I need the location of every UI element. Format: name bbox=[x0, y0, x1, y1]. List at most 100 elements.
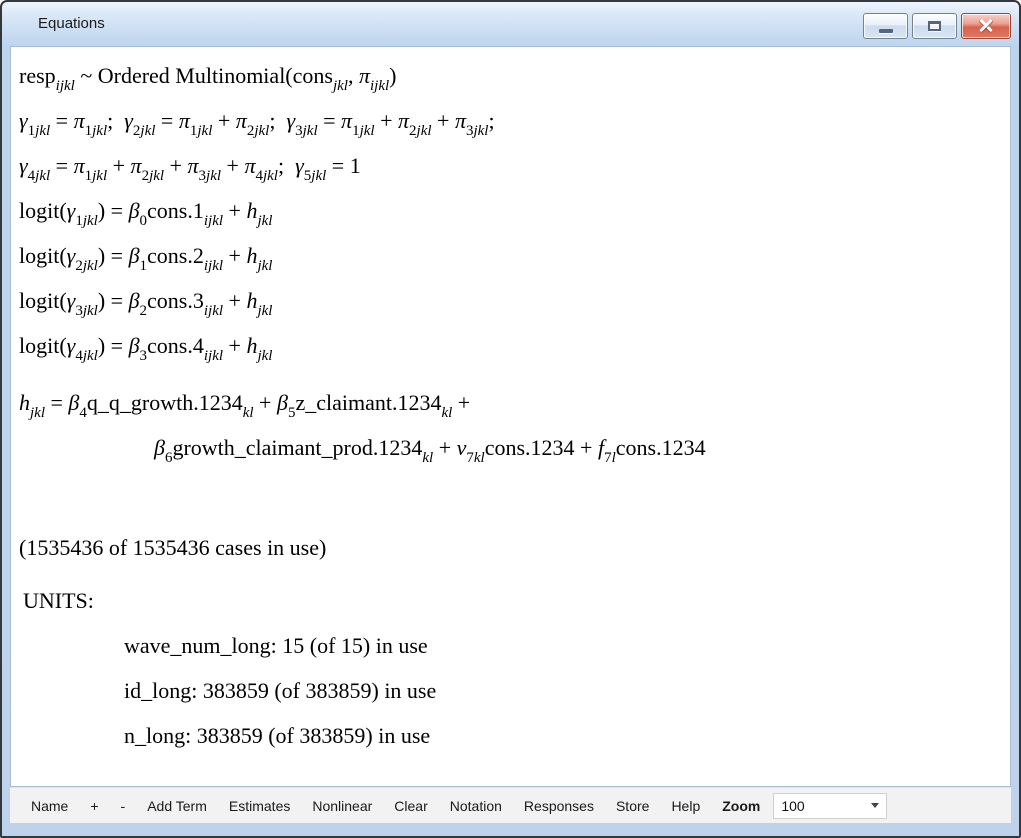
equation-token: jkl bbox=[473, 123, 488, 139]
equation-token: 3 bbox=[75, 303, 83, 319]
equation-token: β bbox=[129, 333, 140, 358]
equation-token: = bbox=[50, 153, 73, 178]
equation-token: 7 bbox=[466, 450, 474, 466]
equation-token: jkl bbox=[83, 258, 98, 274]
toolbar-button-plus[interactable]: + bbox=[79, 798, 109, 814]
cases-in-use: (1535436 of 1535436 cases in use) bbox=[19, 525, 1010, 570]
equation-token: γ bbox=[286, 108, 295, 133]
equation-token: + bbox=[212, 108, 235, 133]
equation-token: 4 bbox=[79, 405, 87, 421]
equation-token: + bbox=[221, 153, 244, 178]
equation-token: ) = bbox=[98, 288, 129, 313]
equation-token: jkl bbox=[35, 168, 50, 184]
logit-line-1: logit(γ1jkl) = β0cons.1ijkl + hjkl bbox=[19, 188, 1010, 233]
equation-token: 1 bbox=[85, 168, 93, 184]
equation-token: ) = bbox=[98, 333, 129, 358]
logit-line-3: logit(γ3jkl) = β2cons.3ijkl + hjkl bbox=[19, 278, 1010, 323]
toolbar-button-nonlinear[interactable]: Nonlinear bbox=[301, 798, 383, 814]
close-icon bbox=[977, 19, 995, 33]
equation-token: π bbox=[131, 153, 142, 178]
equation-token: growth_claimant_prod.1234 bbox=[172, 435, 422, 460]
equation-token: resp bbox=[19, 63, 56, 88]
equation-token: cons.4 bbox=[147, 333, 204, 358]
equation-token: jkl bbox=[303, 123, 318, 139]
equation-token: ijkl bbox=[204, 348, 223, 364]
equation-token: kl bbox=[441, 405, 452, 421]
equation-token: 2 bbox=[409, 123, 417, 139]
minimize-icon bbox=[879, 29, 893, 33]
equation-token: jkl bbox=[257, 258, 272, 274]
equation-token: ) = bbox=[98, 243, 129, 268]
equation-token: 1 bbox=[140, 258, 148, 274]
close-button[interactable] bbox=[961, 13, 1011, 39]
equation-token: γ bbox=[124, 108, 133, 133]
equation-token: + bbox=[223, 288, 246, 313]
equation-token: 2 bbox=[140, 303, 148, 319]
toolbar-button-store[interactable]: Store bbox=[605, 798, 660, 814]
gamma-cumulative-line-1: γ1jkl = π1jkl; γ2jkl = π1jkl + π2jkl; γ3… bbox=[19, 98, 1010, 143]
equation-token: h bbox=[19, 390, 30, 415]
equation-token: 2 bbox=[142, 168, 150, 184]
zoom-level-select[interactable]: 100 bbox=[773, 793, 887, 819]
toolbar-button-help[interactable]: Help bbox=[660, 798, 711, 814]
equation-token: + bbox=[223, 243, 246, 268]
equation-token: β bbox=[277, 390, 288, 415]
model-response-line: respijkl ~ Ordered Multinomial(consjkl, … bbox=[19, 53, 1010, 98]
toolbar-button-responses[interactable]: Responses bbox=[513, 798, 605, 814]
unit-n-long: n_long: 383859 (of 383859) in use bbox=[19, 713, 1010, 758]
equation-token: π bbox=[236, 108, 247, 133]
equation-token: jkl bbox=[311, 168, 326, 184]
units-heading: UNITS: bbox=[19, 578, 1010, 623]
logit-line-4: logit(γ4jkl) = β3cons.4ijkl + hjkl bbox=[19, 323, 1010, 368]
equation-token: ijkl bbox=[204, 303, 223, 319]
equation-token: h bbox=[246, 243, 257, 268]
toolbar: Name+-Add TermEstimatesNonlinearClearNot… bbox=[10, 787, 1011, 823]
equation-token: ijkl bbox=[204, 258, 223, 274]
equation-token: kl bbox=[474, 450, 485, 466]
equation-token: h bbox=[246, 288, 257, 313]
h-equation-continuation: β6growth_claimant_prod.1234kl + v7klcons… bbox=[19, 425, 1010, 470]
equation-token: (1535436 of 1535436 cases in use) bbox=[19, 535, 326, 560]
zoom-value: 100 bbox=[781, 798, 804, 814]
equation-token: ijkl bbox=[370, 78, 389, 94]
equation-token: ; bbox=[107, 108, 124, 133]
equation-token: jkl bbox=[140, 123, 155, 139]
equation-token: 2 bbox=[75, 258, 83, 274]
equation-token: UNITS: bbox=[23, 588, 94, 613]
toolbar-button-clear[interactable]: Clear bbox=[383, 798, 438, 814]
toolbar-button-add-term[interactable]: Add Term bbox=[136, 798, 218, 814]
equation-token: kl bbox=[243, 405, 254, 421]
equation-token: kl bbox=[422, 450, 433, 466]
equation-token: jkl bbox=[360, 123, 375, 139]
equation-token: v bbox=[457, 435, 467, 460]
equation-token: z_claimant.1234 bbox=[295, 390, 441, 415]
title-bar[interactable]: Equations bbox=[2, 2, 1019, 46]
equation-token: γ bbox=[19, 153, 28, 178]
equation-token: + bbox=[254, 390, 277, 415]
equation-token: ; bbox=[488, 108, 494, 133]
equation-token: ; bbox=[278, 153, 295, 178]
toolbar-button-zoom[interactable]: Zoom bbox=[711, 798, 771, 814]
minimize-button[interactable] bbox=[863, 13, 908, 39]
maximize-button[interactable] bbox=[912, 13, 957, 39]
equation-token: π bbox=[179, 108, 190, 133]
toolbar-button-name[interactable]: Name bbox=[20, 798, 79, 814]
equation-token: + bbox=[223, 198, 246, 223]
equation-token: β bbox=[68, 390, 79, 415]
equation-token: π bbox=[188, 153, 199, 178]
h-equation-line: hjkl = β4q_q_growth.1234kl + β5z_claiman… bbox=[19, 380, 1010, 425]
toolbar-button-estimates[interactable]: Estimates bbox=[218, 798, 301, 814]
toolbar-button-notation[interactable]: Notation bbox=[439, 798, 513, 814]
equation-token: cons.2 bbox=[147, 243, 204, 268]
equation-token: jkl bbox=[254, 123, 269, 139]
equation-token: 3 bbox=[199, 168, 207, 184]
equation-token: logit( bbox=[19, 288, 67, 313]
equation-token: n_long: 383859 (of 383859) in use bbox=[124, 723, 430, 748]
equation-token: cons.1 bbox=[147, 198, 204, 223]
toolbar-button-minus[interactable]: - bbox=[110, 798, 137, 814]
equation-token: + bbox=[107, 153, 130, 178]
equation-token: jkl bbox=[197, 123, 212, 139]
equation-token: ijkl bbox=[56, 78, 75, 94]
equation-token: π bbox=[359, 63, 370, 88]
equation-token: γ bbox=[295, 153, 304, 178]
